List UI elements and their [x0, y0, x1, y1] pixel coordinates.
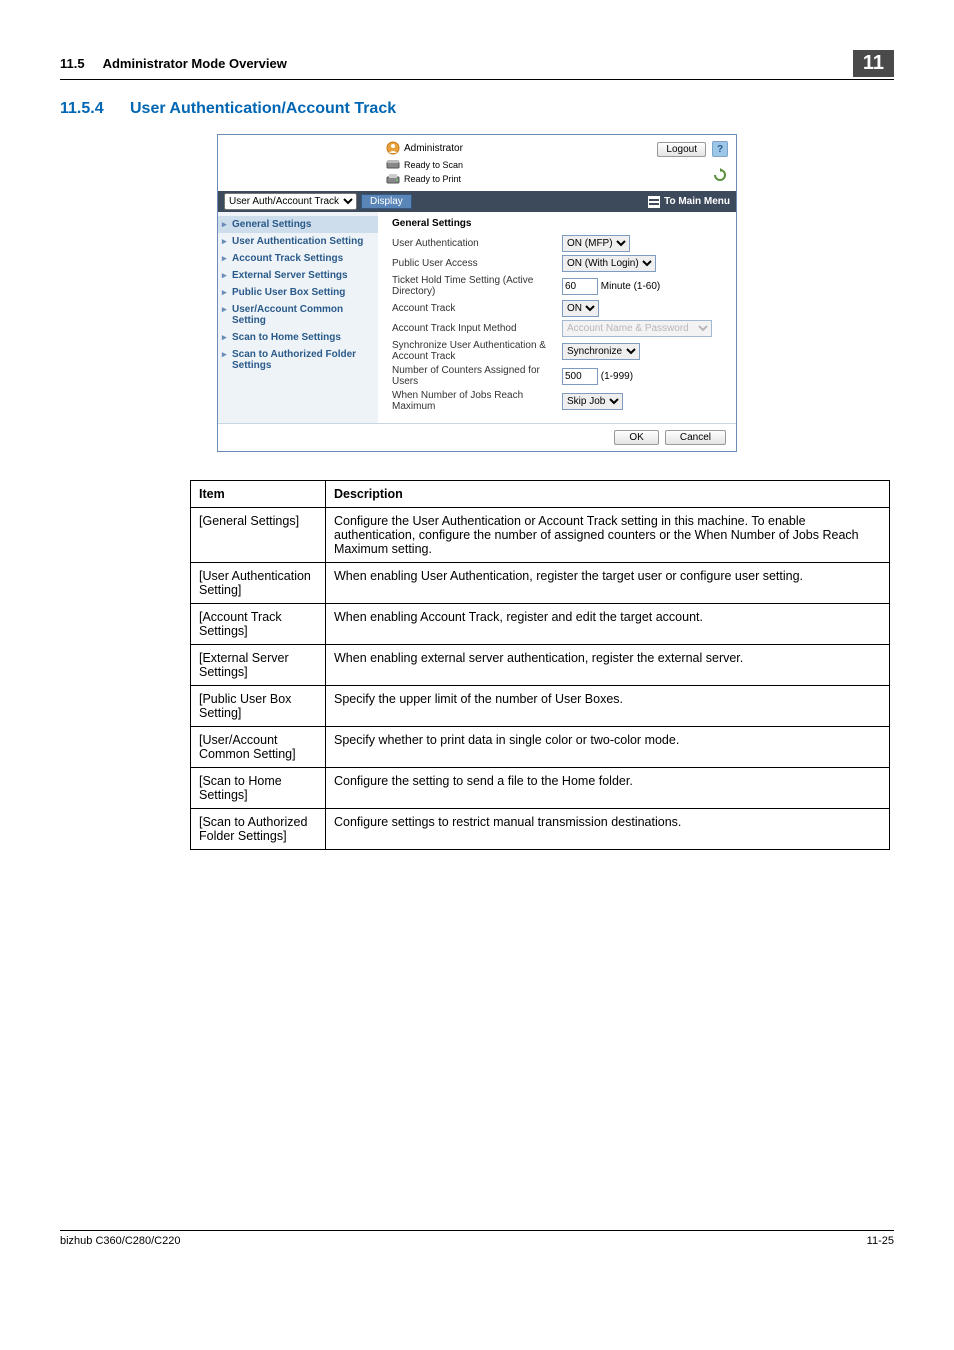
table-cell-desc: When enabling User Authentication, regis…: [326, 563, 890, 604]
table-row: [Scan to Home Settings]Configure the set…: [191, 768, 890, 809]
subsection-number: 11.5.4: [60, 100, 130, 118]
sidebar-item-scan-to-authorized-folder-settings[interactable]: Scan to Authorized Folder Settings: [218, 346, 378, 374]
user-auth-label: User Authentication: [392, 238, 562, 249]
description-table: Item Description [General Settings]Confi…: [190, 480, 890, 850]
page-footer: bizhub C360/C280/C220 11-25: [60, 1230, 894, 1247]
main-form: General Settings User Authentication ON …: [378, 212, 736, 423]
ticket-hold-input[interactable]: [562, 278, 598, 295]
table-row: [Scan to Authorized Folder Settings]Conf…: [191, 809, 890, 850]
table-cell-item: [Public User Box Setting]: [191, 686, 326, 727]
sidebar-item-user-auth-setting[interactable]: User Authentication Setting: [218, 233, 378, 250]
account-track-select[interactable]: ON: [562, 300, 599, 317]
nav-bar: User Auth/Account Track Display To Main …: [218, 191, 736, 212]
table-cell-desc: When enabling Account Track, register an…: [326, 604, 890, 645]
display-button[interactable]: Display: [361, 194, 412, 209]
logout-button[interactable]: Logout: [657, 142, 706, 157]
sidebar-item-public-user-box-setting[interactable]: Public User Box Setting: [218, 284, 378, 301]
admin-icon: [386, 141, 400, 155]
cancel-button[interactable]: Cancel: [665, 430, 726, 445]
ok-button[interactable]: OK: [614, 430, 658, 445]
account-track-label: Account Track: [392, 303, 562, 314]
footer-page: 11-25: [867, 1235, 894, 1247]
table-cell-item: [External Server Settings]: [191, 645, 326, 686]
input-method-select: Account Name & Password: [562, 320, 712, 337]
table-cell-desc: Configure the setting to send a file to …: [326, 768, 890, 809]
table-row: [Public User Box Setting]Specify the upp…: [191, 686, 890, 727]
sidebar-item-account-track-settings[interactable]: Account Track Settings: [218, 250, 378, 267]
category-select[interactable]: User Auth/Account Track: [224, 193, 357, 210]
table-head-item: Item: [191, 481, 326, 508]
sidebar-item-external-server-settings[interactable]: External Server Settings: [218, 267, 378, 284]
refresh-icon[interactable]: [712, 167, 728, 183]
table-cell-item: [User Authentication Setting]: [191, 563, 326, 604]
table-cell-desc: Configure the User Authentication or Acc…: [326, 508, 890, 563]
table-cell-desc: Specify whether to print data in single …: [326, 727, 890, 768]
table-row: [User Authentication Setting]When enabli…: [191, 563, 890, 604]
section-title: Administrator Mode Overview: [103, 56, 847, 71]
table-row: [Account Track Settings]When enabling Ac…: [191, 604, 890, 645]
table-cell-desc: Configure settings to restrict manual tr…: [326, 809, 890, 850]
user-auth-select[interactable]: ON (MFP): [562, 235, 630, 252]
footer-model: bizhub C360/C280/C220: [60, 1235, 180, 1247]
public-access-select[interactable]: ON (With Login): [562, 255, 656, 272]
table-cell-desc: When enabling external server authentica…: [326, 645, 890, 686]
to-main-menu-link[interactable]: To Main Menu: [648, 196, 730, 208]
public-access-label: Public User Access: [392, 258, 562, 269]
sidebar-item-scan-to-home-settings[interactable]: Scan to Home Settings: [218, 329, 378, 346]
status-print: Ready to Print: [404, 174, 461, 184]
subsection-heading: 11.5.4 User Authentication/Account Track: [60, 100, 894, 118]
table-cell-item: [User/Account Common Setting]: [191, 727, 326, 768]
ticket-hold-label: Ticket Hold Time Setting (Active Directo…: [392, 275, 562, 297]
status-scan: Ready to Scan: [404, 160, 463, 170]
side-nav: General Settings User Authentication Set…: [218, 212, 378, 423]
table-cell-item: [General Settings]: [191, 508, 326, 563]
section-number: 11.5: [60, 56, 85, 71]
sidebar-item-user-account-common-setting[interactable]: User/Account Common Setting: [218, 301, 378, 329]
table-row: [General Settings]Configure the User Aut…: [191, 508, 890, 563]
sidebar-item-general-settings[interactable]: General Settings: [218, 216, 378, 233]
counters-suffix: (1-999): [601, 371, 633, 382]
sync-select[interactable]: Synchronize: [562, 343, 640, 360]
counters-input[interactable]: [562, 368, 598, 385]
menu-icon: [648, 196, 660, 208]
table-cell-desc: Specify the upper limit of the number of…: [326, 686, 890, 727]
page-header: 11.5 Administrator Mode Overview 11: [60, 50, 894, 80]
jobs-max-label: When Number of Jobs Reach Maximum: [392, 390, 562, 412]
printer-icon: [386, 173, 400, 185]
input-method-label: Account Track Input Method: [392, 323, 562, 334]
sync-label: Synchronize User Authentication & Accoun…: [392, 340, 562, 362]
chapter-badge: 11: [853, 50, 894, 77]
ticket-hold-suffix: Minute (1-60): [601, 281, 660, 292]
scanner-icon: [386, 159, 400, 171]
admin-label: Administrator: [404, 143, 463, 154]
table-row: [External Server Settings]When enabling …: [191, 645, 890, 686]
subsection-title: User Authentication/Account Track: [130, 100, 396, 118]
counters-label: Number of Counters Assigned for Users: [392, 365, 562, 387]
table-cell-item: [Account Track Settings]: [191, 604, 326, 645]
screenshot-panel: Administrator Ready to Scan Ready to Pri…: [217, 134, 737, 452]
help-icon[interactable]: ?: [712, 141, 728, 157]
table-cell-item: [Scan to Authorized Folder Settings]: [191, 809, 326, 850]
table-cell-item: [Scan to Home Settings]: [191, 768, 326, 809]
jobs-max-select[interactable]: Skip Job: [562, 393, 623, 410]
table-row: [User/Account Common Setting]Specify whe…: [191, 727, 890, 768]
table-head-desc: Description: [326, 481, 890, 508]
form-title: General Settings: [392, 218, 726, 229]
